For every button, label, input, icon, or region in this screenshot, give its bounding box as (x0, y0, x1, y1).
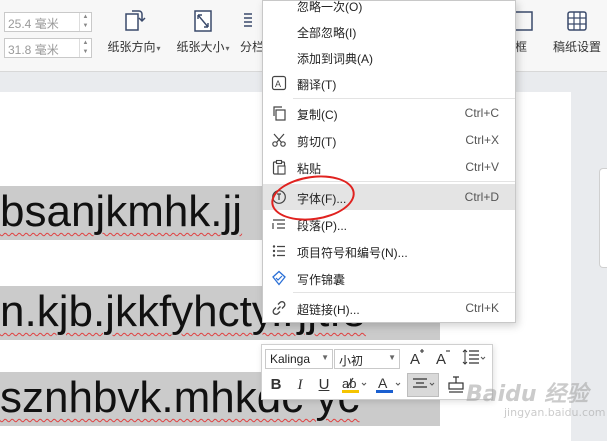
watermark-brand: Baidu 经验 (466, 382, 589, 407)
menu-item-cut[interactable]: 剪切(T) Ctrl+X (263, 127, 515, 153)
columns-button[interactable]: 分栏 (240, 8, 264, 64)
context-menu: 忽略一次(O) 全部忽略(I) 添加到词典(A) A 翻译(T) 复制(C) C… (262, 0, 516, 323)
baidu-watermark: Baidu 经验 jingyan.baidu.com (466, 376, 606, 436)
shrink-font-icon: A (436, 350, 450, 368)
underline-button[interactable]: U (314, 374, 334, 396)
menu-item-paste[interactable]: 粘贴 Ctrl+V (263, 154, 515, 180)
highlight-icon: ab (342, 376, 367, 393)
bold-button[interactable]: B (266, 374, 286, 396)
menu-item-writing-tips[interactable]: 写作锦囊 (263, 265, 515, 291)
menu-item-translate[interactable]: A 翻译(T) (263, 70, 515, 96)
floating-format-toolbar: Kalinga ▼ 小初 ▼ A A B I U ab (261, 344, 493, 400)
page-orientation-button[interactable]: 纸张方向▾ (104, 8, 164, 64)
menu-item-label: 忽略一次(O) (297, 0, 363, 14)
menu-item-ignore-once[interactable]: 忽略一次(O) (263, 0, 515, 18)
cut-icon (272, 133, 286, 147)
chevron-down-icon: ▼ (321, 353, 329, 362)
page-width-spinner[interactable]: ▲ ▼ (79, 13, 91, 31)
menu-item-bullets-numbering[interactable]: 项目符号和编号(N)... (263, 238, 515, 264)
bullets-numbering-icon (272, 245, 285, 257)
manuscript-paper-button[interactable]: 稿纸设置 (548, 8, 606, 64)
menu-item-label: 全部忽略(I) (297, 26, 357, 40)
paragraph-icon (272, 219, 285, 229)
svg-text:A: A (410, 351, 420, 366)
hyperlink-icon (272, 301, 286, 315)
menu-item-shortcut: Ctrl+D (464, 190, 499, 204)
menu-item-label: 翻译(T) (297, 78, 337, 92)
svg-text:A: A (378, 375, 388, 391)
watermark-url: jingyan.baidu.com (504, 406, 606, 419)
chevron-down-icon: ▼ (388, 353, 396, 362)
chevron-down-icon: ▾ (156, 44, 161, 53)
grow-font-button[interactable]: A (408, 348, 428, 370)
page-orientation-icon (125, 10, 146, 31)
paste-icon (272, 159, 286, 175)
font-color-icon: A (376, 375, 401, 393)
page-border-icon (516, 11, 533, 31)
menu-item-shortcut: Ctrl+K (465, 301, 499, 315)
menu-item-copy[interactable]: 复制(C) Ctrl+C (263, 100, 515, 126)
svg-text:A: A (436, 351, 446, 366)
menu-divider (293, 98, 515, 99)
menu-item-shortcut: Ctrl+V (465, 160, 499, 174)
document-text: bsanjkmhk.jj (0, 187, 243, 236)
menu-item-label: 超链接(H)... (297, 303, 360, 317)
menu-item-ignore-all[interactable]: 全部忽略(I) (263, 18, 515, 44)
columns-label: 分栏 (240, 40, 264, 54)
italic-button[interactable]: I (290, 374, 310, 396)
font-name-value: Kalinga (270, 352, 311, 366)
manuscript-paper-label: 稿纸设置 (552, 40, 601, 54)
page-size-label: 纸张大小 (176, 40, 225, 54)
format-painter-icon (448, 376, 464, 393)
page-height-value: 31.8 毫米 (8, 43, 59, 57)
menu-item-label: 添加到词典(A) (297, 52, 373, 66)
manuscript-paper-icon (567, 11, 587, 31)
font-name-dropdown[interactable]: Kalinga ▼ (265, 349, 333, 369)
side-panel-edge (599, 168, 607, 268)
page-size-icon (194, 10, 212, 32)
svg-text:A: A (275, 79, 281, 89)
font-size-value: 小初 (339, 354, 364, 368)
menu-item-label: 写作锦囊 (297, 273, 346, 287)
font-size-dropdown[interactable]: 小初 ▼ (334, 349, 400, 369)
grow-font-icon: A (410, 349, 424, 368)
page-width-value: 25.4 毫米 (8, 17, 59, 31)
font-color-button[interactable]: A (374, 374, 404, 396)
line-spacing-icon (462, 349, 486, 365)
menu-item-label: 项目符号和编号(N)... (297, 246, 408, 260)
align-center-button[interactable] (407, 373, 439, 397)
page-size-button[interactable]: 纸张大小▾ (172, 8, 234, 64)
menu-item-add-to-dictionary[interactable]: 添加到词典(A) (263, 44, 515, 70)
columns-icon (244, 13, 252, 27)
page-orientation-label: 纸张方向 (107, 40, 156, 54)
shrink-font-button[interactable]: A (434, 348, 454, 370)
page-height-input[interactable]: 31.8 毫米 ▲ ▼ (4, 38, 92, 58)
menu-item-label: 复制(C) (297, 108, 338, 122)
menu-item-shortcut: Ctrl+C (464, 106, 499, 120)
format-painter-button[interactable] (444, 374, 468, 396)
menu-divider (293, 292, 515, 293)
page-width-input[interactable]: 25.4 毫米 ▲ ▼ (4, 12, 92, 32)
page-border-label: 边框 (516, 40, 527, 54)
copy-icon (273, 106, 286, 121)
page-height-spinner[interactable]: ▲ ▼ (79, 39, 91, 57)
menu-item-label: 剪切(T) (297, 135, 337, 149)
line-spacing-button[interactable] (460, 348, 488, 370)
page-border-button[interactable]: 边框 (516, 8, 536, 64)
menu-item-hyperlink[interactable]: 超链接(H)... Ctrl+K (263, 295, 515, 321)
translate-icon: A (271, 75, 287, 91)
writing-tips-icon (272, 270, 286, 286)
menu-item-shortcut: Ctrl+X (465, 133, 499, 147)
highlight-button[interactable]: ab (340, 374, 370, 396)
chevron-down-icon: ▾ (225, 44, 230, 53)
align-center-icon (413, 378, 435, 388)
